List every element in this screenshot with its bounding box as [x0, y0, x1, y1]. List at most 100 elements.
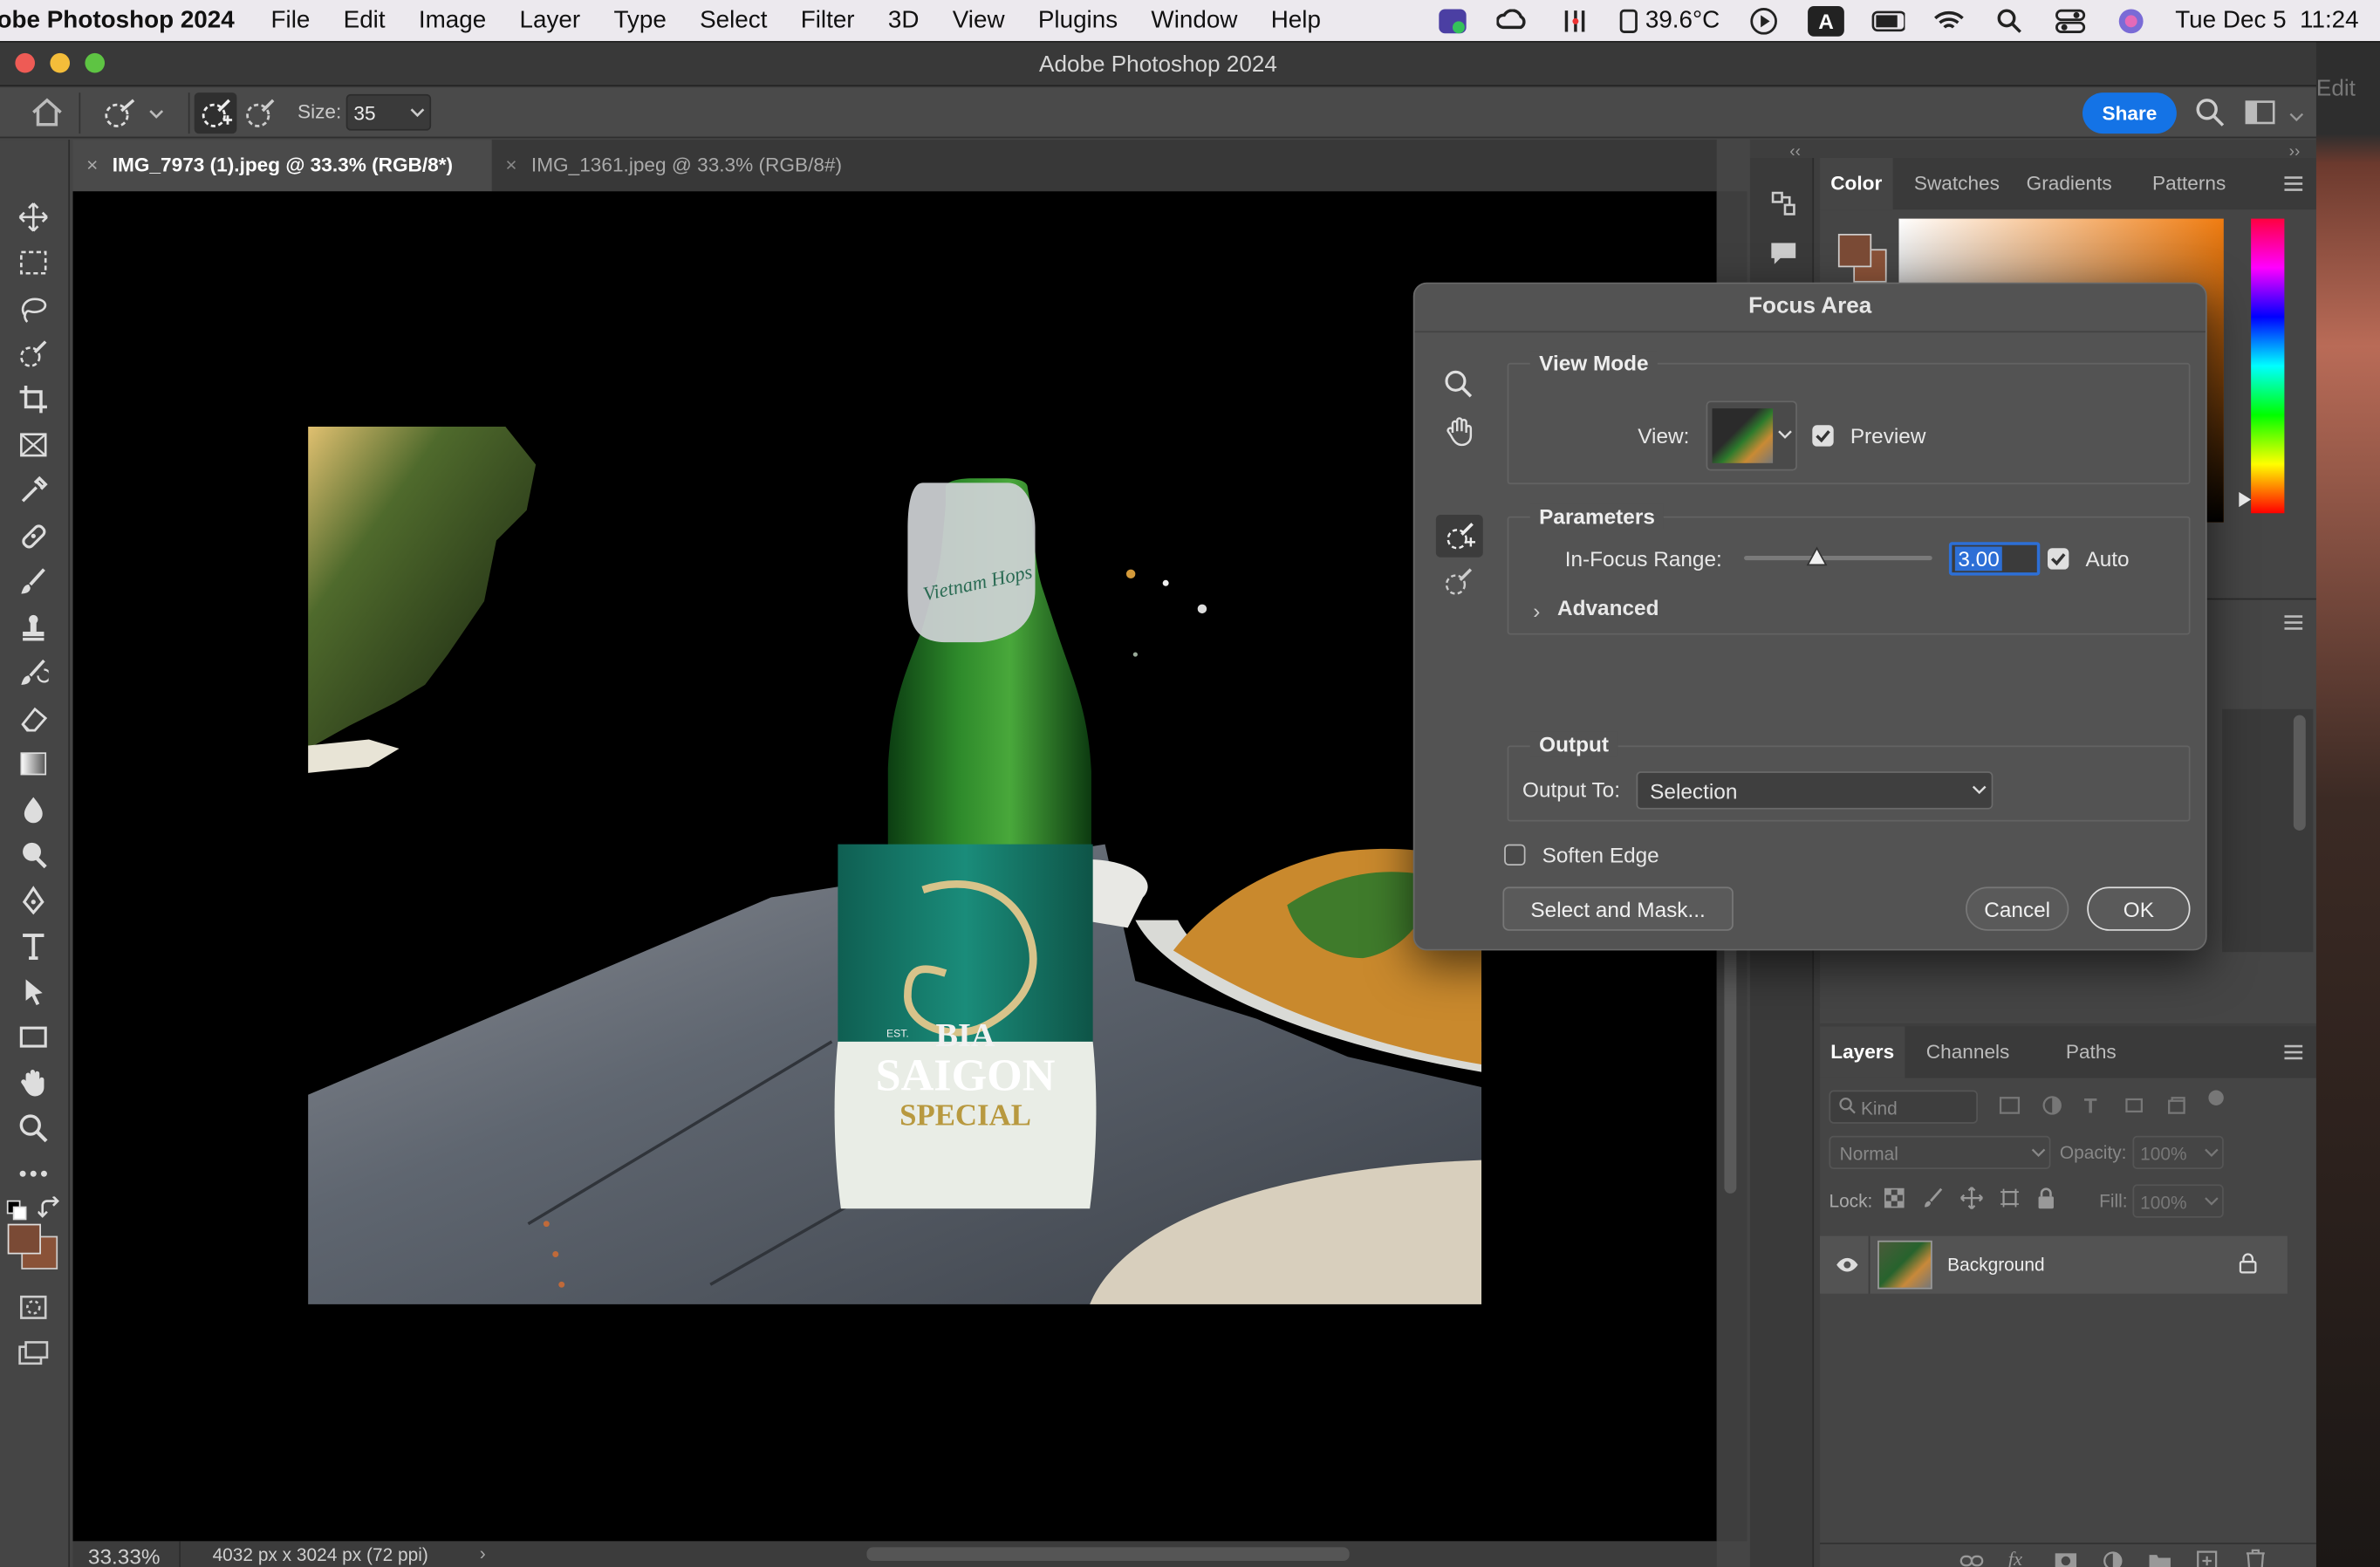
- tools-icon[interactable]: [1557, 7, 1590, 34]
- layer-row[interactable]: Background: [1820, 1235, 2288, 1294]
- fx-icon[interactable]: fx: [2008, 1547, 2022, 1567]
- output-to-dropdown[interactable]: Selection: [1636, 771, 1994, 810]
- menu-window[interactable]: Window: [1151, 7, 1237, 34]
- tab-paths[interactable]: Paths: [2066, 1026, 2117, 1078]
- menu-type[interactable]: Type: [613, 7, 666, 34]
- keyboard-input-indicator[interactable]: A: [1808, 5, 1844, 36]
- lock-position-icon[interactable]: [1959, 1186, 1984, 1210]
- preview-checkbox[interactable]: [1812, 425, 1834, 447]
- in-focus-range-slider[interactable]: [1744, 546, 1932, 566]
- adjustment-layer-icon[interactable]: [2103, 1550, 2124, 1567]
- dodge-tool-icon[interactable]: [15, 838, 51, 872]
- add-mask-icon[interactable]: [2054, 1552, 2078, 1567]
- add-to-selection-icon[interactable]: [194, 92, 237, 134]
- default-colors-icon[interactable]: [6, 1200, 27, 1221]
- wifi-icon[interactable]: [1932, 7, 1966, 34]
- move-tool-icon[interactable]: [15, 201, 51, 234]
- soften-edge-checkbox[interactable]: [1504, 844, 1526, 866]
- tab-gradients[interactable]: Gradients: [2027, 158, 2112, 209]
- screen-mode-icon[interactable]: [15, 1336, 51, 1369]
- menu-3d[interactable]: 3D: [888, 7, 920, 34]
- type-tool-icon[interactable]: [15, 929, 51, 962]
- control-center-icon[interactable]: [2054, 7, 2087, 34]
- creative-cloud-icon[interactable]: [1496, 7, 1529, 34]
- focus-area-add-tool-icon[interactable]: [1435, 514, 1483, 558]
- lock-transparent-icon[interactable]: [1884, 1187, 1905, 1208]
- foreground-color-swatch[interactable]: [7, 1223, 41, 1255]
- siri-icon[interactable]: [2115, 7, 2148, 34]
- menu-layer[interactable]: Layer: [520, 7, 581, 34]
- swap-colors-icon[interactable]: [38, 1196, 62, 1221]
- brush-tool-icon[interactable]: [15, 565, 51, 598]
- battery-icon[interactable]: [1871, 7, 1905, 34]
- tab-layers[interactable]: Layers: [1820, 1026, 1905, 1078]
- lasso-tool-icon[interactable]: [15, 291, 51, 325]
- spotlight-search-icon[interactable]: [1993, 7, 2026, 34]
- clone-stamp-tool-icon[interactable]: [15, 611, 51, 644]
- rectangle-tool-icon[interactable]: [15, 1020, 51, 1053]
- layer-filter-kind[interactable]: Kind: [1829, 1090, 1978, 1124]
- select-and-mask-button[interactable]: Select and Mask...: [1502, 886, 1734, 931]
- layer-thumbnail[interactable]: [1877, 1240, 1932, 1290]
- tab-patterns[interactable]: Patterns: [2152, 158, 2226, 209]
- blend-mode-dropdown[interactable]: Normal: [1829, 1135, 2051, 1170]
- trash-icon[interactable]: [2245, 1549, 2266, 1567]
- focus-area-subtract-tool-icon[interactable]: [1444, 566, 1474, 597]
- view-dropdown[interactable]: [1706, 400, 1797, 471]
- panel-menu-icon[interactable]: [2284, 176, 2303, 191]
- app-menu[interactable]: obe Photoshop 2024: [0, 7, 235, 34]
- crop-tool-icon[interactable]: [15, 383, 51, 416]
- menu-plugins[interactable]: Plugins: [1038, 7, 1118, 34]
- panel-menu-icon[interactable]: [2284, 615, 2303, 630]
- tab-color[interactable]: Color: [1820, 157, 1893, 210]
- scroll-thumb[interactable]: [2293, 715, 2306, 831]
- hue-slider-marker[interactable]: [2239, 491, 2252, 508]
- zoom-icon[interactable]: [1444, 369, 1474, 400]
- path-selection-tool-icon[interactable]: [15, 975, 51, 1008]
- background-window-edit[interactable]: Edit: [2316, 76, 2356, 102]
- home-icon[interactable]: [31, 97, 64, 127]
- zoom-window-button[interactable]: [85, 52, 106, 73]
- background-window[interactable]: Edit: [2315, 42, 2380, 1567]
- menu-help[interactable]: Help: [1271, 7, 1321, 34]
- frame-tool-icon[interactable]: [15, 428, 51, 462]
- filter-shape-icon[interactable]: [2124, 1096, 2144, 1114]
- fill-field[interactable]: 100%: [2132, 1184, 2224, 1218]
- auto-checkbox[interactable]: [2047, 548, 2069, 570]
- chevron-down-icon[interactable]: [2289, 113, 2304, 125]
- healing-brush-tool-icon[interactable]: [15, 519, 51, 552]
- advanced-toggle[interactable]: Advanced: [1557, 595, 1658, 619]
- cancel-button[interactable]: Cancel: [1966, 886, 2069, 931]
- link-layers-icon[interactable]: [1959, 1553, 1984, 1567]
- gradient-tool-icon[interactable]: [15, 747, 51, 780]
- workspace-icon[interactable]: [2245, 99, 2275, 126]
- tab-channels[interactable]: Channels: [1926, 1026, 2010, 1078]
- hand-icon[interactable]: [1445, 416, 1475, 447]
- visibility-eye-icon[interactable]: [1835, 1256, 1859, 1274]
- filter-pixel-icon[interactable]: [1999, 1096, 2021, 1114]
- filter-adjustment-icon[interactable]: [2041, 1095, 2062, 1116]
- tab-img-7973[interactable]: × IMG_7973 (1).jpeg @ 33.3% (RGB/8*): [72, 140, 492, 192]
- ok-button[interactable]: OK: [2087, 886, 2191, 931]
- eyedropper-tool-icon[interactable]: [15, 474, 51, 507]
- search-icon[interactable]: [2195, 97, 2226, 127]
- panel-foreground-swatch[interactable]: [1837, 234, 1872, 268]
- menu-image[interactable]: Image: [419, 7, 486, 34]
- hue-slider[interactable]: [2251, 218, 2285, 514]
- lock-all-icon[interactable]: [2035, 1186, 2056, 1210]
- close-window-button[interactable]: [15, 52, 36, 73]
- layer-lock-icon[interactable]: [2239, 1253, 2257, 1274]
- new-layer-icon[interactable]: [2196, 1550, 2218, 1567]
- brush-size-field[interactable]: 35: [345, 93, 432, 131]
- quick-selection-tool-icon[interactable]: [15, 337, 51, 370]
- filter-smart-object-icon[interactable]: [2166, 1095, 2187, 1116]
- tab-swatches[interactable]: Swatches: [1914, 158, 2000, 209]
- menu-view[interactable]: View: [953, 7, 1005, 34]
- close-tab-icon[interactable]: ×: [505, 140, 516, 191]
- new-group-icon[interactable]: [2148, 1552, 2172, 1567]
- filter-type-icon[interactable]: T: [2084, 1093, 2097, 1118]
- in-focus-range-input[interactable]: 3.00: [1948, 542, 2041, 576]
- share-button[interactable]: Share: [2082, 92, 2177, 134]
- hand-tool-icon[interactable]: [15, 1066, 51, 1099]
- close-tab-icon[interactable]: ×: [86, 140, 98, 191]
